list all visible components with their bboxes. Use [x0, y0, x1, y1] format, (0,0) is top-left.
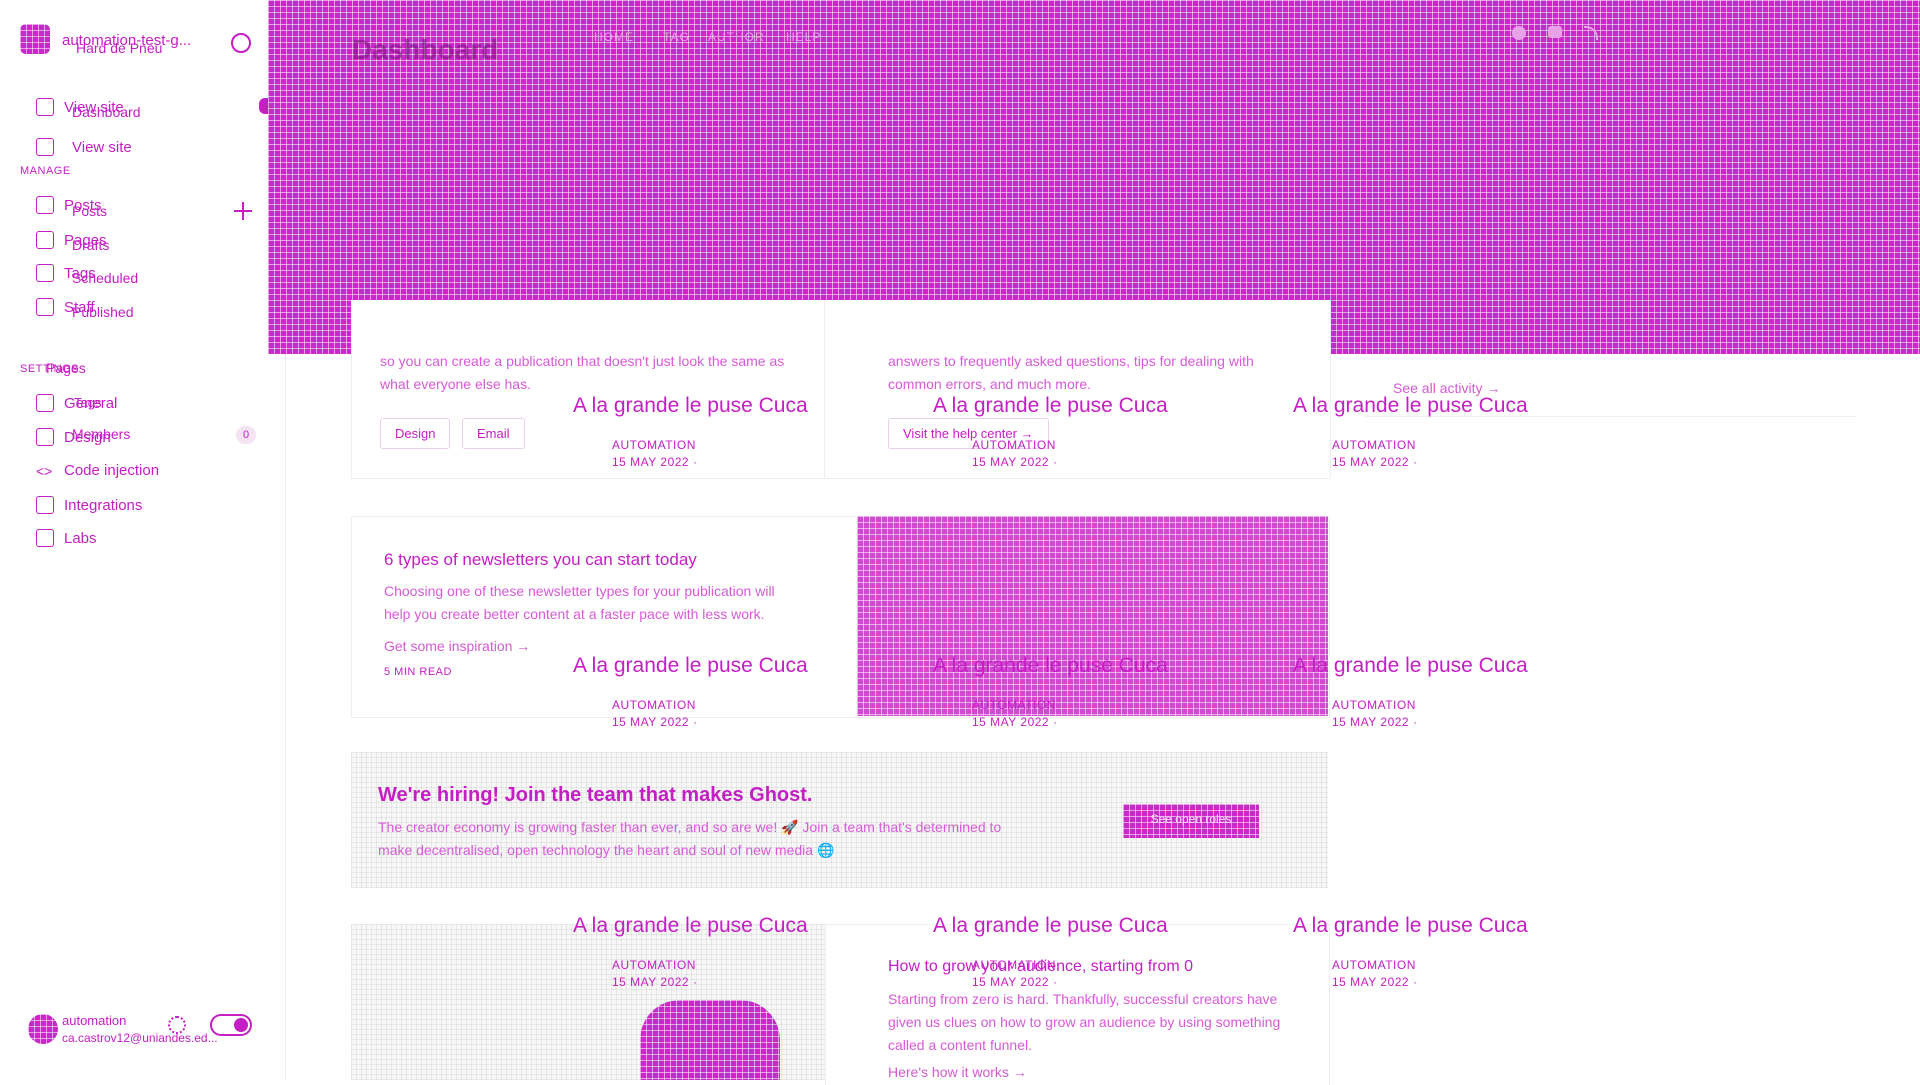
twitter-icon[interactable] — [1548, 26, 1562, 38]
posts-label-b[interactable]: Posts — [72, 203, 107, 219]
dark-mode-toggle[interactable] — [210, 1014, 252, 1036]
overlay-post-date: 15 MAY 2022 · — [972, 455, 1058, 469]
email-button[interactable]: Email — [462, 418, 525, 449]
nav-author[interactable]: AUTHOR — [708, 30, 765, 44]
manage-section-label: MANAGE — [20, 165, 71, 177]
overlay-post-author: AUTOMATION — [1332, 438, 1416, 452]
sidebar-item-dashboard-label[interactable]: Dashboard — [72, 104, 141, 120]
hiring-title: We're hiring! Join the team that makes G… — [378, 784, 813, 806]
sidebar-item-members[interactable]: Members — [72, 426, 130, 442]
members-count-badge: 0 — [236, 426, 256, 444]
labs-label: Labs — [64, 529, 97, 547]
overlay-post-author: AUTOMATION — [1332, 958, 1416, 972]
sidebar-item-scheduled[interactable]: Scheduled — [72, 270, 138, 286]
design-button[interactable]: Design — [380, 418, 451, 449]
newsletter-text: Choosing one of these newsletter types f… — [384, 583, 775, 622]
sidebar-item-pages-b[interactable]: Pages — [46, 360, 86, 376]
sidebar-item-integrations[interactable]: Integrations — [36, 496, 142, 514]
home-icon — [36, 98, 54, 116]
overlay-post-title[interactable]: A la grande le puse Cuca — [573, 654, 808, 678]
sidebar-item-view-site[interactable]: View site — [36, 138, 132, 156]
overlay-post-title[interactable]: A la grande le puse Cuca — [1293, 394, 1528, 418]
layout-icon — [36, 138, 54, 156]
user-name: automation — [62, 1013, 127, 1028]
posts-icon — [36, 196, 54, 214]
user-email: ca.castrov12@uniandes.ed... — [62, 1031, 218, 1045]
pages-icon — [36, 231, 54, 249]
staff-icon — [36, 298, 54, 316]
grow-text: Starting from zero is hard. Thankfully, … — [888, 991, 1281, 1053]
newsletter-image — [857, 516, 1328, 716]
overlay-post-title[interactable]: A la grande le puse Cuca — [933, 394, 1168, 418]
overlay-post-title[interactable]: A la grande le puse Cuca — [933, 914, 1168, 938]
hiring-text: The creator economy is growing faster th… — [378, 819, 1002, 858]
see-open-roles-label: See open roles — [1150, 812, 1232, 826]
grow-link[interactable]: Here's how it works → — [888, 1064, 1027, 1080]
tag-icon — [36, 264, 54, 282]
help-card-text: answers to frequently asked questions, t… — [888, 353, 1254, 392]
overlay-post-author: AUTOMATION — [1332, 698, 1416, 712]
newsletter-title[interactable]: 6 types of newsletters you can start tod… — [384, 550, 697, 570]
facebook-icon[interactable] — [1512, 26, 1526, 40]
nav-tag[interactable]: TAG — [663, 30, 690, 44]
sidebar: automation-test-g... Hard de Pneu View s… — [0, 0, 286, 1080]
overlay-post-title[interactable]: A la grande le puse Cuca — [573, 394, 808, 418]
integrations-icon — [36, 496, 54, 514]
overlay-post-author: AUTOMATION — [612, 958, 696, 972]
overlay-post-author: AUTOMATION — [612, 438, 696, 452]
gear-icon[interactable] — [168, 1016, 186, 1034]
customize-card-text: so you can create a publication that doe… — [380, 353, 785, 392]
overlay-post-date: 15 MAY 2022 · — [972, 715, 1058, 729]
site-title-overlay: Hard de Pneu — [76, 40, 163, 56]
overlay-post-date: 15 MAY 2022 · — [612, 975, 698, 989]
labs-icon — [36, 529, 54, 547]
sidebar-item-drafts[interactable]: Drafts — [72, 237, 109, 253]
sidebar-item-code-injection[interactable]: <> Code injection — [36, 462, 159, 479]
newsletter-link[interactable]: Get some inspiration → — [384, 638, 530, 654]
view-site-label: View site — [72, 138, 132, 156]
overlay-post-date: 15 MAY 2022 · — [972, 975, 1058, 989]
settings-icon — [36, 394, 54, 412]
site-logo[interactable] — [20, 24, 50, 54]
page-title: Dashboard — [352, 34, 499, 65]
search-icon[interactable] — [231, 33, 251, 53]
overlay-post-author: AUTOMATION — [972, 698, 1056, 712]
overlay-post-date: 15 MAY 2022 · — [612, 455, 698, 469]
overlay-post-author: AUTOMATION — [612, 698, 696, 712]
newsletter-meta: 5 MIN READ — [384, 666, 452, 678]
overlay-post-title[interactable]: A la grande le puse Cuca — [573, 914, 808, 938]
code-icon: <> — [36, 462, 53, 479]
integrations-label: Integrations — [64, 496, 143, 514]
tags-label-b: Tags — [74, 395, 102, 410]
rss-icon[interactable] — [1584, 26, 1598, 40]
overlay-post-date: 15 MAY 2022 · — [1332, 455, 1418, 469]
avatar[interactable] — [28, 1014, 58, 1044]
sidebar-item-published[interactable]: Published — [72, 304, 134, 320]
overlay-post-author: AUTOMATION — [972, 958, 1056, 972]
design-icon — [36, 428, 54, 446]
overlay-post-title[interactable]: A la grande le puse Cuca — [933, 654, 1168, 678]
overlay-post-date: 15 MAY 2022 · — [1332, 715, 1418, 729]
overlay-post-title[interactable]: A la grande le puse Cuca — [1293, 654, 1528, 678]
overlay-post-date: 15 MAY 2022 · — [612, 715, 698, 729]
sidebar-item-labs[interactable]: Labs — [36, 529, 97, 547]
overlay-post-date: 15 MAY 2022 · — [1332, 975, 1418, 989]
overlay-post-title[interactable]: A la grande le puse Cuca — [1293, 914, 1528, 938]
new-post-plus-icon[interactable] — [234, 202, 252, 220]
overlay-post-author: AUTOMATION — [972, 438, 1056, 452]
nav-home[interactable]: HOME — [594, 30, 634, 44]
nav-help[interactable]: HELP — [786, 30, 821, 44]
grow-illustration — [640, 1000, 780, 1080]
code-injection-label: Code injection — [64, 462, 160, 479]
